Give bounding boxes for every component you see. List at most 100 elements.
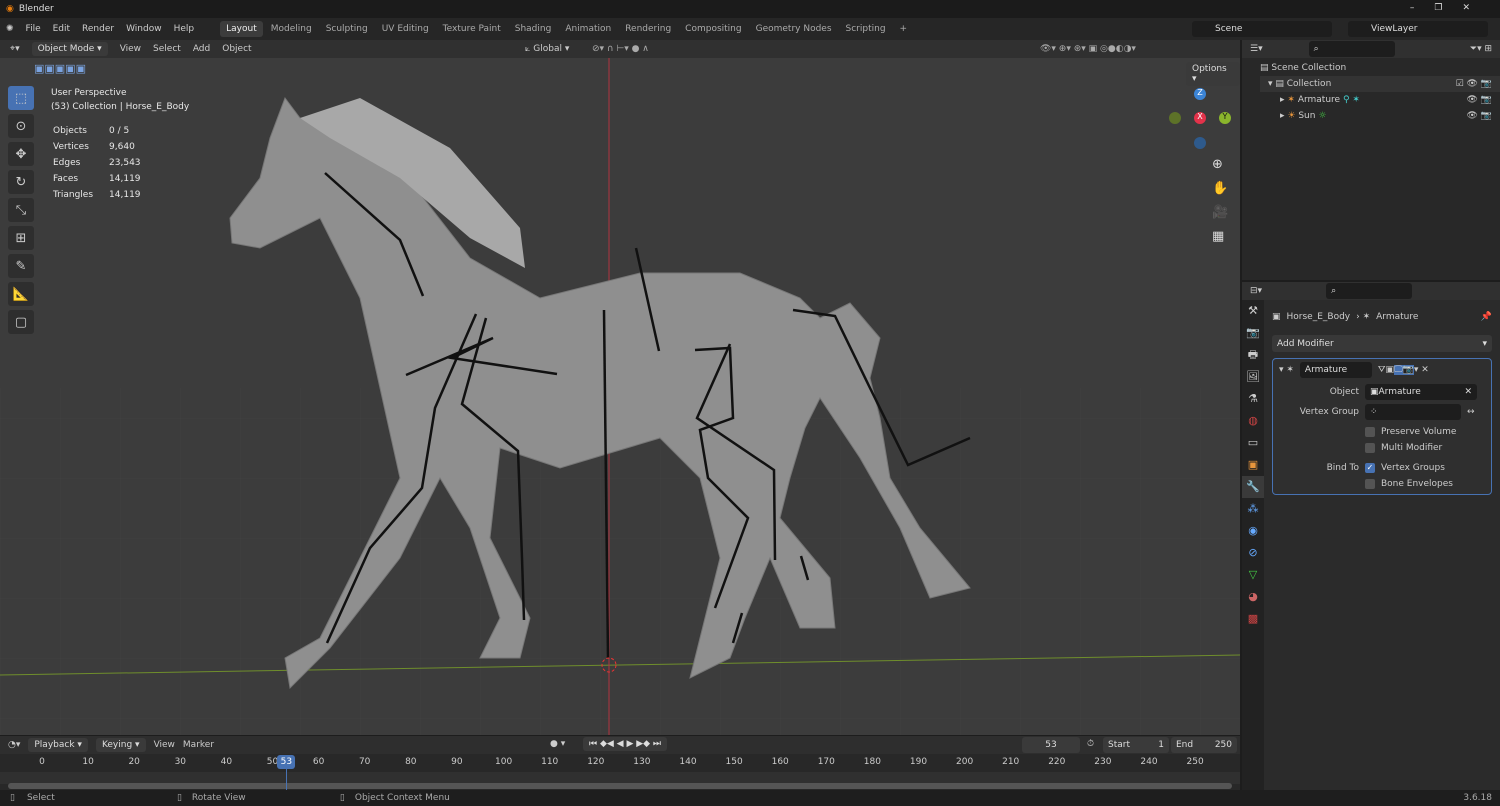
data-tab-icon[interactable]: ▽	[1242, 564, 1264, 586]
add-workspace-icon[interactable]: +	[894, 21, 914, 37]
modifier-toggle-icons[interactable]: ⛛▣🖵📷▾ ✕	[1378, 365, 1429, 375]
transform-orientation[interactable]: ⟀ Global ▾	[525, 44, 569, 54]
rotate-tool-icon[interactable]: ↻	[8, 170, 34, 194]
gizmo-x[interactable]: X	[1194, 112, 1206, 124]
blender-menu-icon[interactable]: ✺	[6, 24, 14, 34]
menu-render[interactable]: Render	[82, 24, 114, 34]
scene-selector[interactable]: Scene	[1192, 21, 1332, 37]
menu-window[interactable]: Window	[126, 24, 162, 34]
vertex-group-field[interactable]: ⁘	[1365, 404, 1461, 420]
menu-help[interactable]: Help	[174, 24, 195, 34]
menu-add[interactable]: Add	[193, 44, 210, 54]
window-controls[interactable]: –❐✕	[1410, 3, 1490, 13]
menu-view[interactable]: View	[120, 44, 141, 54]
gizmo-z[interactable]: Z	[1194, 88, 1206, 100]
gizmo-neg-z[interactable]	[1194, 137, 1206, 149]
start-frame-field[interactable]: Start 1	[1103, 737, 1169, 753]
collection-tab-icon[interactable]: ▭	[1242, 432, 1264, 454]
tab-geometry-nodes[interactable]: Geometry Nodes	[750, 21, 838, 37]
modifier-tab-icon[interactable]: 🔧	[1242, 476, 1264, 498]
tool-tab-icon[interactable]: ⚒	[1242, 300, 1264, 322]
outliner-item-sun[interactable]: ▸ ☀ Sun ☼ 👁 📷	[1260, 108, 1500, 124]
current-frame-field[interactable]: 53	[1022, 737, 1080, 753]
material-tab-icon[interactable]: ◕	[1242, 586, 1264, 608]
render-tab-icon[interactable]: 📷	[1242, 322, 1264, 344]
outliner-collection[interactable]: ▾ ▤ Collection ☑ 👁 📷	[1260, 76, 1500, 92]
bone-envelopes-checkbox[interactable]	[1365, 479, 1375, 489]
menu-view[interactable]: View	[154, 740, 175, 750]
select-box-tool-icon[interactable]: ⬚	[8, 86, 34, 110]
outliner-editor-icon[interactable]: ☰▾	[1250, 44, 1263, 54]
constraints-tab-icon[interactable]: ⊘	[1242, 542, 1264, 564]
outliner-scene-collection[interactable]: ▤ Scene Collection	[1260, 60, 1500, 76]
physics-tab-icon[interactable]: ◉	[1242, 520, 1264, 542]
tab-rendering[interactable]: Rendering	[619, 21, 677, 37]
properties-editor-icon[interactable]: ⊟▾	[1250, 286, 1262, 296]
menu-keying[interactable]: Keying ▾	[95, 738, 146, 752]
annotate-tool-icon[interactable]: ✎	[8, 254, 34, 278]
multi-modifier-checkbox[interactable]	[1365, 443, 1375, 453]
gizmo-neg-y[interactable]	[1169, 112, 1181, 124]
tab-sculpting[interactable]: Sculpting	[320, 21, 374, 37]
move-tool-icon[interactable]: ✥	[8, 142, 34, 166]
transform-tool-icon[interactable]: ⊞	[8, 226, 34, 250]
camera-view-icon[interactable]: 🎥	[1212, 201, 1228, 225]
scene-tab-icon[interactable]: ⚗	[1242, 388, 1264, 410]
menu-file[interactable]: File	[26, 24, 41, 34]
properties-search[interactable]: ⌕	[1326, 283, 1413, 299]
vertex-groups-checkbox[interactable]: ✓	[1365, 463, 1375, 473]
menu-object[interactable]: Object	[222, 44, 251, 54]
gizmo-y[interactable]: Y	[1219, 112, 1231, 124]
stopwatch-icon[interactable]: ⏱	[1087, 739, 1094, 749]
playback-controls[interactable]: ⏮ ◆◀ ◀ ▶ ▶◆ ⏭	[583, 737, 668, 751]
scale-tool-icon[interactable]: ⤡	[8, 198, 34, 222]
tab-uv-editing[interactable]: UV Editing	[376, 21, 435, 37]
playhead[interactable]: 53	[277, 755, 296, 769]
collapse-icon[interactable]: ▾ ✶	[1279, 365, 1294, 375]
outliner-item-armature[interactable]: ▸ ✶ Armature ⚲ ✶ 👁 📷	[1260, 92, 1500, 108]
invert-icon[interactable]: ↔	[1467, 407, 1475, 417]
snap-pivot-icons[interactable]: ⊘▾ ∩ ⊢▾ ● ∧	[592, 44, 649, 54]
view-layer-tab-icon[interactable]: 🖼	[1242, 366, 1264, 388]
frame-ruler[interactable]: 0 10 20 30 40 50 60 70 80 90 100 110 120 130 140 150 160…	[0, 754, 1240, 790]
menu-playback[interactable]: Playback ▾	[28, 738, 88, 752]
mode-selector[interactable]: Object Mode ▾	[31, 42, 108, 56]
texture-tab-icon[interactable]: ▩	[1242, 608, 1264, 630]
editor-type-icon[interactable]: ⌖▾	[10, 44, 20, 54]
outliner-search[interactable]: ⌕	[1308, 41, 1395, 57]
menu-select[interactable]: Select	[153, 44, 181, 54]
pin-icon[interactable]: 📌	[1481, 312, 1492, 322]
ortho-grid-icon[interactable]: ▦	[1212, 225, 1228, 249]
modifier-name-field[interactable]: Armature	[1299, 362, 1372, 378]
menu-marker[interactable]: Marker	[183, 740, 214, 750]
tab-layout[interactable]: Layout	[220, 21, 263, 37]
cursor-tool-icon[interactable]: ⊙	[8, 114, 34, 138]
add-modifier-dropdown[interactable]: Add Modifier ▾	[1272, 335, 1492, 352]
timeline-scrollbar[interactable]	[8, 783, 1232, 789]
selection-mode-icons[interactable]: ▣▣▣▣▣	[34, 62, 86, 75]
auto-key-icon[interactable]: ● ▾	[550, 739, 565, 749]
tab-scripting[interactable]: Scripting	[840, 21, 892, 37]
end-frame-field[interactable]: End 250	[1171, 737, 1237, 753]
view-layer-selector[interactable]: ViewLayer	[1348, 21, 1488, 37]
filter-icon[interactable]: ⏷▾ ⊞	[1470, 44, 1492, 54]
zoom-icon[interactable]: ⊕	[1212, 153, 1228, 177]
preserve-volume-checkbox[interactable]	[1365, 427, 1375, 437]
tab-modeling[interactable]: Modeling	[265, 21, 318, 37]
tab-shading[interactable]: Shading	[509, 21, 558, 37]
tab-compositing[interactable]: Compositing	[679, 21, 747, 37]
world-tab-icon[interactable]: ◍	[1242, 410, 1264, 432]
pan-hand-icon[interactable]: ✋	[1212, 177, 1228, 201]
timeline-editor-icon[interactable]: ◔▾	[8, 740, 20, 750]
navigation-gizmo[interactable]: Z X Y	[1165, 86, 1235, 156]
measure-tool-icon[interactable]: 📐	[8, 282, 34, 306]
view-nav-buttons[interactable]: ⊕ ✋ 🎥 ▦	[1212, 153, 1228, 249]
menu-edit[interactable]: Edit	[53, 24, 70, 34]
object-tab-icon[interactable]: ▣	[1242, 454, 1264, 476]
object-field[interactable]: ▣ Armature ✕	[1365, 384, 1477, 400]
add-cube-tool-icon[interactable]: ▢	[8, 310, 34, 334]
tab-texture-paint[interactable]: Texture Paint	[437, 21, 507, 37]
viewport-display-icons[interactable]: 👁▾ ⊕▾ ⊛▾ ▣ ◎●◐◑▾	[1040, 44, 1136, 54]
options-button[interactable]: Options ▾	[1186, 62, 1240, 86]
particles-tab-icon[interactable]: ⁂	[1242, 498, 1264, 520]
